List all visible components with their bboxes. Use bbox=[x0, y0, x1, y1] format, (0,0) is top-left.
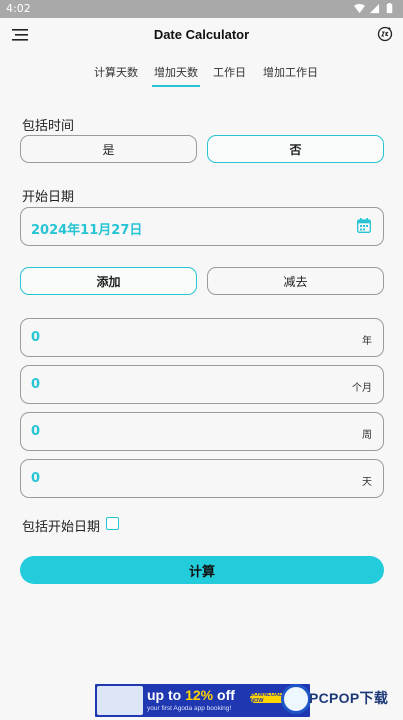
app-header: Date Calculator bbox=[0, 18, 403, 52]
start-date-value: 2024年11月27日 bbox=[31, 223, 143, 238]
calendar-icon[interactable] bbox=[357, 218, 371, 233]
include-start-date-checkbox[interactable] bbox=[106, 517, 119, 530]
tab-workdays[interactable]: 工作日 bbox=[213, 64, 246, 80]
weeks-value: 0 bbox=[31, 424, 41, 439]
battery-icon bbox=[386, 3, 393, 14]
start-date-field[interactable]: 2024年11月27日 bbox=[20, 207, 384, 246]
ad-banner[interactable]: up to 12% off your first Agoda app booki… bbox=[95, 684, 310, 717]
tab-add-workdays[interactable]: 增加工作日 bbox=[263, 64, 318, 80]
ad-thumbnail bbox=[97, 686, 143, 715]
status-bar: 4:02 bbox=[0, 0, 403, 18]
ad-headline-prefix: up to bbox=[147, 687, 186, 703]
watermark-text: PCPOP下载 bbox=[309, 690, 389, 706]
page-title: Date Calculator bbox=[153, 27, 250, 42]
tab-calculate-days[interactable]: 计算天数 bbox=[94, 64, 138, 80]
tab-add-days[interactable]: 增加天数 bbox=[152, 64, 200, 87]
weeks-unit: 周 bbox=[362, 430, 372, 441]
years-value: 0 bbox=[31, 330, 41, 345]
ad-headline-suffix: off bbox=[213, 687, 235, 703]
start-date-label: 开始日期 bbox=[22, 190, 75, 205]
ad-headline: up to 12% off bbox=[147, 687, 235, 703]
days-field[interactable]: 0 天 bbox=[20, 459, 384, 498]
include-time-yes-button[interactable]: 是 bbox=[20, 135, 197, 163]
months-unit: 个月 bbox=[352, 383, 372, 394]
days-unit: 天 bbox=[362, 477, 372, 488]
status-time: 4:02 bbox=[6, 2, 31, 15]
ad-subline: your first Agoda app booking! bbox=[147, 705, 232, 712]
subtract-button[interactable]: 减去 bbox=[207, 267, 384, 295]
include-time-label: 包括时间 bbox=[22, 119, 75, 134]
days-value: 0 bbox=[31, 471, 41, 486]
include-start-date-label: 包括开始日期 bbox=[22, 520, 101, 535]
signal-icon bbox=[369, 3, 380, 14]
tab-bar: 计算天数 增加天数 工作日 增加工作日 bbox=[0, 60, 403, 88]
months-field[interactable]: 0 个月 bbox=[20, 365, 384, 404]
years-field[interactable]: 0 年 bbox=[20, 318, 384, 357]
watermark: PCPOP下载 bbox=[281, 684, 403, 718]
add-button[interactable]: 添加 bbox=[20, 267, 197, 295]
include-time-no-button[interactable]: 否 bbox=[207, 135, 384, 163]
weeks-field[interactable]: 0 周 bbox=[20, 412, 384, 451]
wifi-icon bbox=[354, 3, 365, 14]
status-icons bbox=[354, 3, 395, 14]
ad-headline-percent: 12% bbox=[185, 687, 214, 703]
months-value: 0 bbox=[31, 377, 41, 392]
calculate-button[interactable]: 计算 bbox=[20, 556, 384, 584]
history-icon[interactable] bbox=[377, 26, 393, 42]
watermark-logo-icon bbox=[281, 684, 311, 714]
years-unit: 年 bbox=[362, 336, 372, 347]
